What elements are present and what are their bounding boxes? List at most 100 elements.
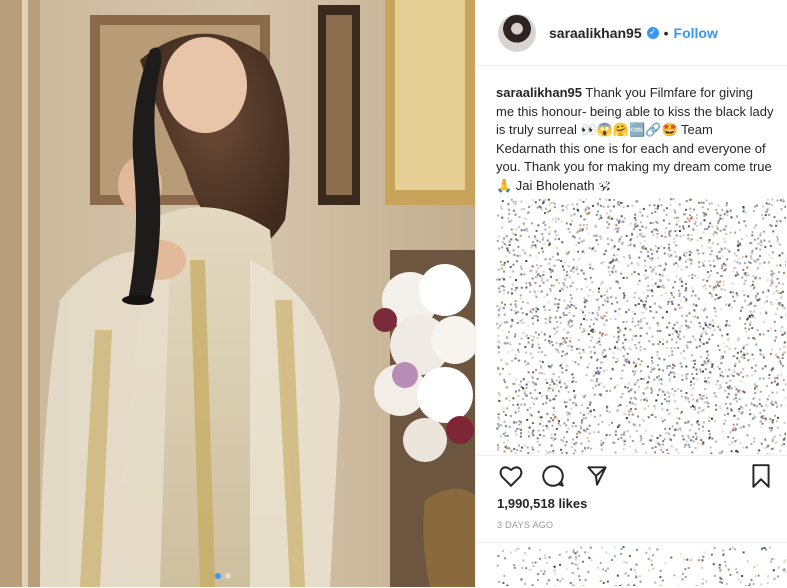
- noise-pixel: [684, 568, 686, 570]
- noise-pixel: [561, 367, 563, 369]
- noise-pixel: [498, 425, 500, 427]
- carousel-next-button[interactable]: ›: [440, 283, 464, 307]
- post-timestamp[interactable]: 3 DAYS AGO: [497, 520, 553, 530]
- noise-pixel: [626, 361, 628, 363]
- heart-icon[interactable]: [498, 463, 524, 489]
- noise-pixel: [764, 301, 766, 303]
- noise-pixel: [542, 403, 544, 405]
- noise-pixel: [739, 262, 741, 264]
- noise-pixel: [625, 311, 627, 313]
- noise-pixel: [617, 358, 619, 360]
- noise-pixel: [496, 305, 498, 307]
- noise-pixel: [611, 422, 613, 424]
- noise-pixel: [563, 422, 565, 424]
- noise-pixel: [686, 347, 688, 349]
- noise-pixel: [700, 356, 702, 358]
- noise-pixel: [666, 367, 668, 369]
- noise-pixel: [605, 199, 607, 201]
- noise-pixel: [523, 250, 525, 252]
- noise-pixel: [509, 241, 511, 243]
- noise-pixel: [717, 366, 719, 368]
- noise-pixel: [694, 360, 696, 362]
- noise-pixel: [697, 412, 699, 414]
- noise-pixel: [654, 211, 656, 213]
- noise-pixel: [755, 248, 757, 250]
- noise-pixel: [647, 366, 649, 368]
- noise-pixel: [720, 358, 722, 360]
- noise-pixel: [630, 223, 632, 225]
- noise-pixel: [782, 283, 784, 285]
- noise-pixel: [731, 307, 733, 309]
- add-comment-area[interactable]: [476, 542, 787, 588]
- noise-pixel: [594, 352, 596, 354]
- noise-pixel: [653, 268, 655, 270]
- noise-pixel: [541, 247, 543, 249]
- post-photo[interactable]: ›: [0, 0, 475, 587]
- noise-pixel: [552, 381, 554, 383]
- noise-pixel: [657, 364, 659, 366]
- noise-pixel: [733, 424, 735, 426]
- noise-pixel: [552, 218, 554, 220]
- noise-pixel: [497, 215, 499, 217]
- noise-pixel: [506, 407, 508, 409]
- bookmark-icon[interactable]: [748, 463, 774, 489]
- noise-pixel: [499, 394, 501, 396]
- noise-pixel: [554, 416, 556, 418]
- like-count[interactable]: 1,990,518 likes: [497, 496, 587, 511]
- comment-icon[interactable]: [540, 463, 566, 489]
- noise-pixel: [568, 332, 570, 334]
- username-link[interactable]: saraalikhan95: [549, 25, 642, 41]
- noise-pixel: [698, 261, 700, 263]
- noise-pixel: [776, 290, 778, 292]
- noise-pixel: [590, 547, 592, 549]
- caption-username-link[interactable]: saraalikhan95: [496, 85, 582, 100]
- noise-pixel: [583, 417, 585, 419]
- noise-pixel: [652, 222, 654, 224]
- noise-pixel: [594, 250, 596, 252]
- noise-pixel: [507, 342, 509, 344]
- noise-pixel: [616, 231, 618, 233]
- noise-pixel: [651, 435, 653, 437]
- noise-pixel: [532, 241, 534, 243]
- noise-pixel: [757, 293, 759, 295]
- noise-pixel: [717, 282, 719, 284]
- noise-pixel: [759, 263, 761, 265]
- noise-pixel: [771, 282, 773, 284]
- noise-pixel: [643, 443, 645, 445]
- noise-pixel: [554, 231, 556, 233]
- noise-pixel: [583, 414, 585, 416]
- noise-pixel: [714, 547, 716, 549]
- noise-pixel: [743, 207, 745, 209]
- share-icon[interactable]: [584, 463, 610, 489]
- noise-pixel: [711, 226, 713, 228]
- noise-pixel: [597, 358, 599, 360]
- noise-pixel: [779, 348, 781, 350]
- noise-pixel: [575, 361, 577, 363]
- noise-pixel: [575, 404, 577, 406]
- avatar[interactable]: [498, 14, 536, 52]
- noise-pixel: [589, 247, 591, 249]
- noise-pixel: [638, 358, 640, 360]
- noise-pixel: [753, 566, 755, 568]
- noise-pixel: [768, 214, 770, 216]
- noise-pixel: [589, 267, 591, 269]
- noise-pixel: [724, 414, 726, 416]
- follow-button[interactable]: Follow: [674, 25, 718, 41]
- noise-pixel: [657, 394, 659, 396]
- noise-pixel: [539, 434, 541, 436]
- noise-pixel: [566, 286, 568, 288]
- noise-pixel: [619, 585, 621, 586]
- noise-pixel: [725, 225, 727, 227]
- noise-pixel: [560, 322, 562, 324]
- noise-pixel: [503, 433, 505, 435]
- noise-pixel: [716, 255, 718, 257]
- noise-pixel: [620, 202, 622, 204]
- noise-pixel: [689, 429, 691, 431]
- noise-pixel: [778, 567, 780, 569]
- noise-pixel: [664, 419, 666, 421]
- noise-pixel: [726, 396, 728, 398]
- noise-pixel: [724, 241, 726, 243]
- noise-pixel: [684, 213, 686, 215]
- noise-pixel: [771, 558, 773, 560]
- noise-pixel: [510, 343, 512, 345]
